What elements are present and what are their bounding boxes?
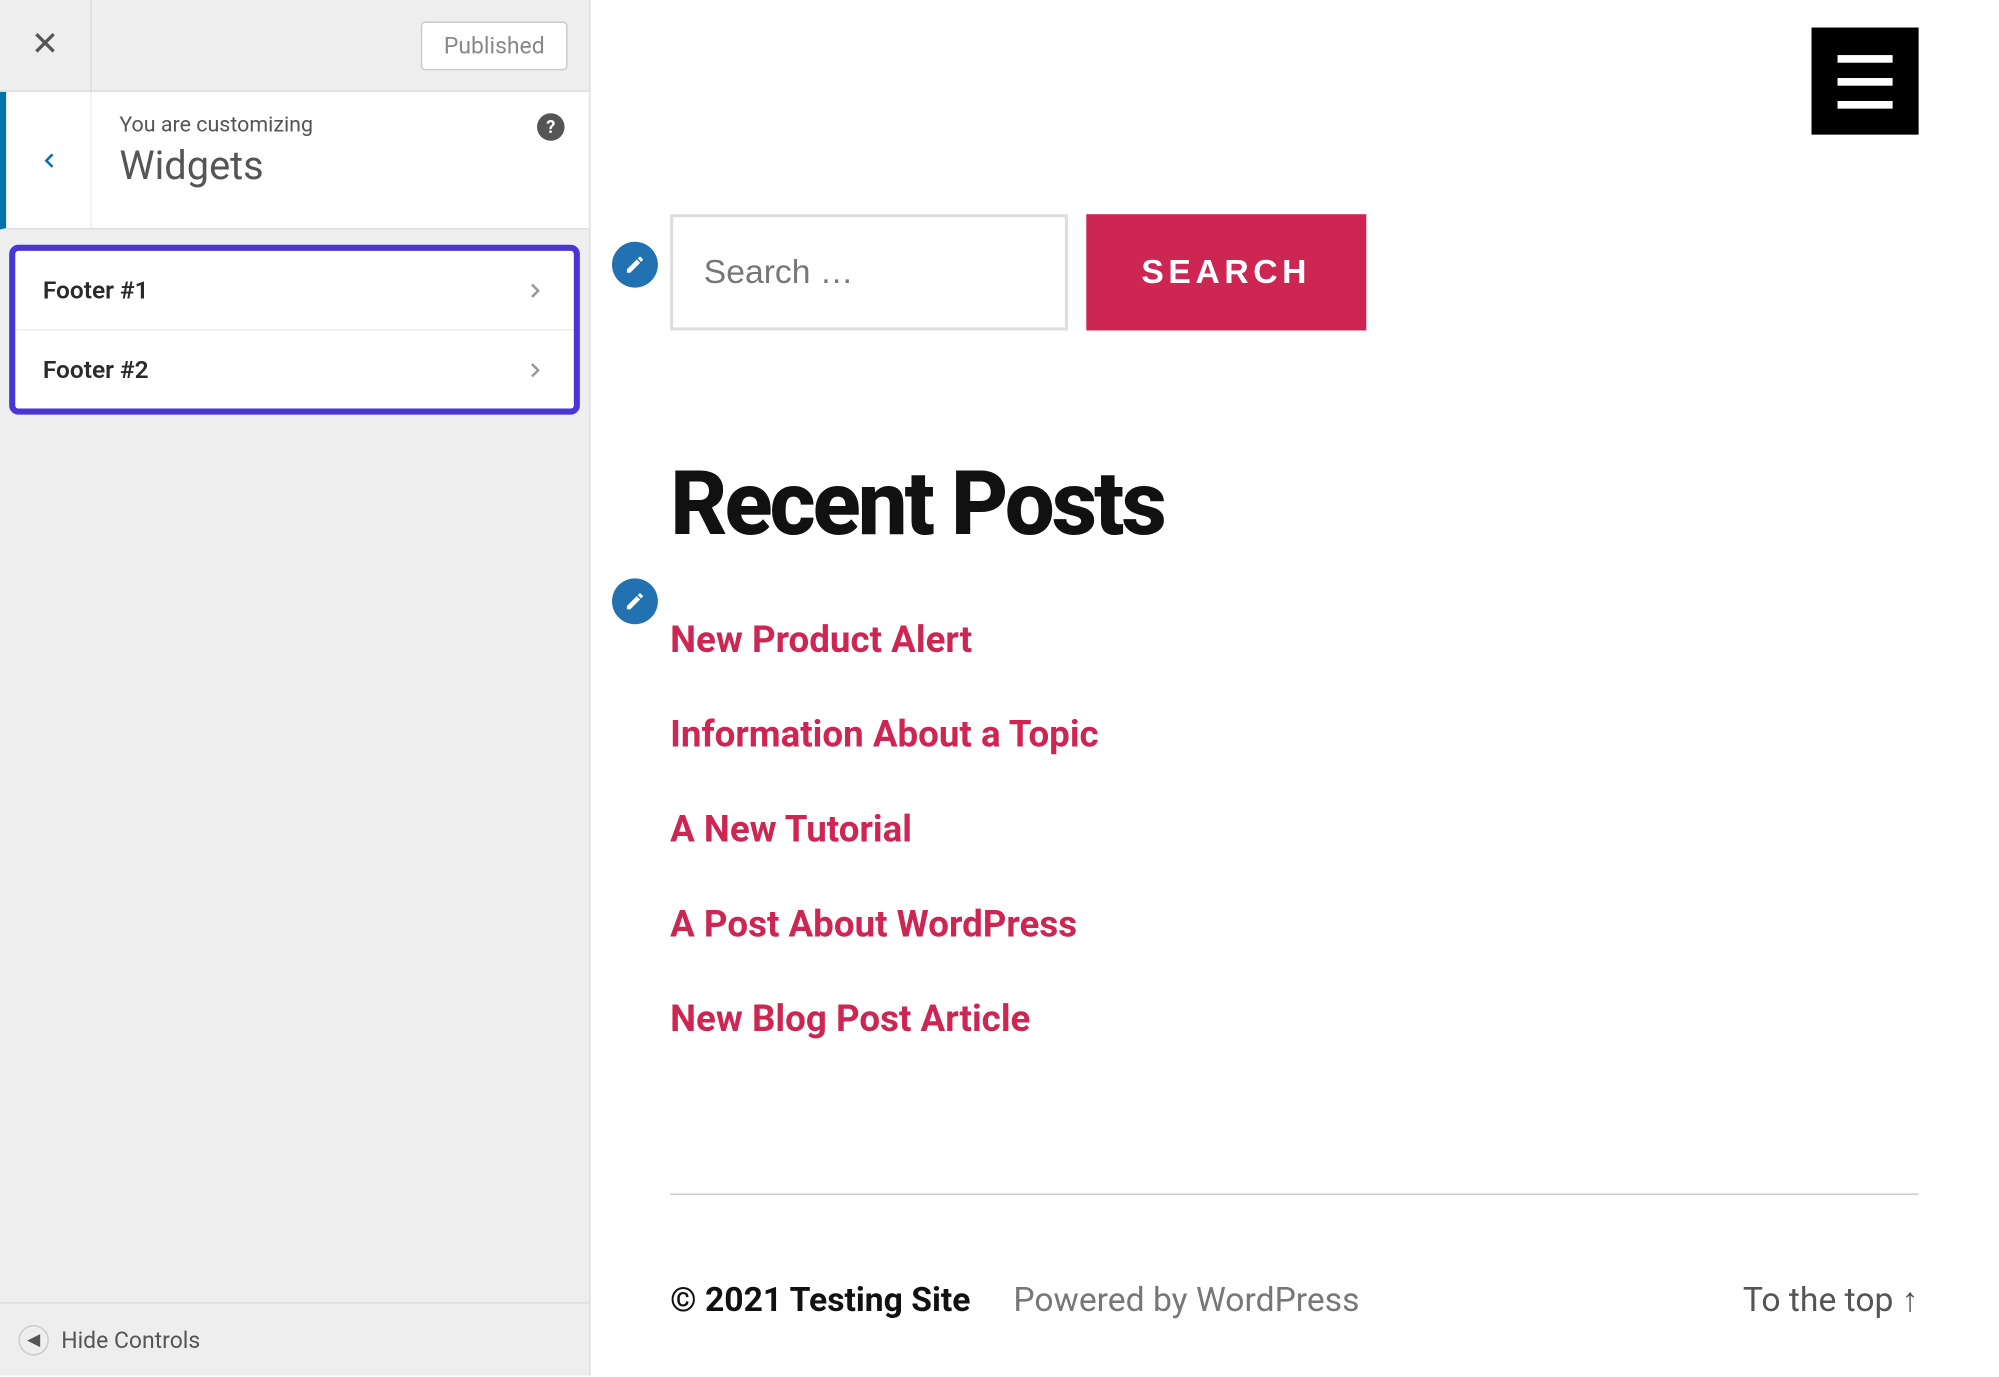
post-link[interactable]: Information About a Topic bbox=[670, 713, 1099, 756]
list-item: A New Tutorial bbox=[670, 808, 1918, 851]
menu-toggle-button[interactable] bbox=[1812, 28, 1919, 135]
list-item: New Blog Post Article bbox=[670, 998, 1918, 1041]
hamburger-icon bbox=[1838, 54, 1893, 62]
collapse-icon: ◀ bbox=[18, 1324, 49, 1355]
publish-status-badge[interactable]: Published bbox=[421, 21, 568, 70]
preview-content: SEARCH Recent Posts New Product Alert In… bbox=[670, 214, 1918, 1320]
widget-area-list: Footer #1 Footer #2 bbox=[0, 245, 589, 415]
post-link[interactable]: New Product Alert bbox=[670, 618, 972, 661]
chevron-right-icon bbox=[525, 279, 546, 300]
search-input[interactable] bbox=[670, 214, 1068, 330]
widget-area-footer-1[interactable]: Footer #1 bbox=[15, 251, 573, 331]
widget-area-label: Footer #2 bbox=[43, 355, 149, 384]
search-button[interactable]: SEARCH bbox=[1086, 214, 1366, 330]
customizing-label: You are customizing bbox=[119, 113, 561, 137]
copyright-text: © 2021 Testing Site bbox=[670, 1281, 970, 1319]
hide-controls-label: Hide Controls bbox=[61, 1326, 200, 1354]
widget-area-footer-2[interactable]: Footer #2 bbox=[15, 330, 573, 408]
hamburger-icon bbox=[1838, 100, 1893, 108]
close-customizer-button[interactable]: ✕ bbox=[0, 0, 92, 91]
recent-posts-heading: Recent Posts bbox=[670, 453, 1918, 557]
hamburger-icon bbox=[1838, 77, 1893, 85]
edit-shortcut-search[interactable] bbox=[612, 242, 658, 288]
sidebar-top-bar: ✕ Published bbox=[0, 0, 589, 92]
list-item: Information About a Topic bbox=[670, 713, 1918, 756]
hide-controls-button[interactable]: ◀ Hide Controls bbox=[0, 1302, 589, 1375]
powered-by-link[interactable]: Powered by WordPress bbox=[1013, 1281, 1359, 1319]
post-link[interactable]: A Post About WordPress bbox=[670, 903, 1077, 946]
to-top-link[interactable]: To the top ↑ bbox=[1743, 1281, 1919, 1321]
chevron-right-icon bbox=[525, 359, 546, 380]
back-button[interactable] bbox=[6, 92, 92, 228]
help-icon: ? bbox=[546, 116, 555, 137]
pencil-icon bbox=[624, 591, 645, 612]
site-preview: SEARCH Recent Posts New Product Alert In… bbox=[591, 0, 1999, 1375]
widget-area-label: Footer #1 bbox=[43, 275, 149, 304]
search-widget: SEARCH bbox=[670, 214, 1918, 330]
customizer-sidebar: ✕ Published You are customizing Widgets … bbox=[0, 0, 591, 1375]
highlight-annotation: Footer #1 Footer #2 bbox=[9, 245, 580, 415]
sidebar-section-header: You are customizing Widgets ? bbox=[0, 92, 589, 230]
chevron-left-icon bbox=[37, 149, 58, 170]
post-link[interactable]: New Blog Post Article bbox=[670, 998, 1030, 1041]
list-item: New Product Alert bbox=[670, 618, 1918, 661]
footer-divider bbox=[670, 1193, 1918, 1195]
close-icon: ✕ bbox=[31, 26, 59, 64]
site-footer: © 2021 Testing Site Powered by WordPress… bbox=[670, 1281, 1918, 1321]
list-item: A Post About WordPress bbox=[670, 903, 1918, 946]
edit-shortcut-recent-posts[interactable] bbox=[612, 578, 658, 624]
recent-posts-list: New Product Alert Information About a To… bbox=[670, 618, 1918, 1040]
post-link[interactable]: A New Tutorial bbox=[670, 808, 912, 851]
help-button[interactable]: ? bbox=[537, 113, 565, 141]
pencil-icon bbox=[624, 254, 645, 275]
section-title: Widgets bbox=[119, 144, 561, 190]
